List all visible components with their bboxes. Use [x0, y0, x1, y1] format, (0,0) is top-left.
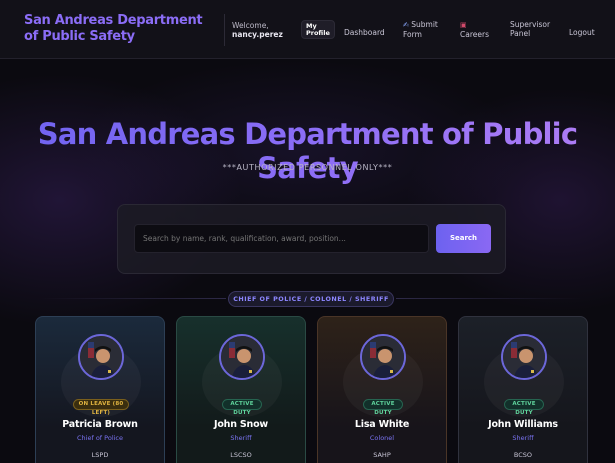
personnel-card[interactable]: ACTIVE DUTY John Snow Sheriff LSCSO [176, 316, 306, 463]
personnel-card[interactable]: ACTIVE DUTY Lisa White Colonel SAHP [317, 316, 447, 463]
page-subtitle: ***AUTHORIZED PERSONNEL ONLY*** [222, 163, 393, 172]
nav-my-profile-button[interactable]: My Profile [301, 20, 335, 39]
page-title: San Andreas Department of Public Safety [0, 117, 615, 185]
status-badge: ACTIVE DUTY [222, 399, 262, 416]
officer-avatar [219, 334, 265, 380]
officer-name: Patricia Brown [62, 419, 138, 430]
briefcase-icon: ▣ [460, 21, 467, 29]
welcome-username: nancy.perez [232, 30, 283, 39]
nav-logout-link[interactable]: Logout [569, 28, 595, 37]
officer-department: LSPD [91, 451, 109, 459]
brand-logo-text[interactable]: San Andreas Department of Public Safety [24, 13, 214, 45]
officer-department: LSCSO [230, 451, 252, 459]
officer-department: SAHP [373, 451, 391, 459]
section-divider-right [396, 298, 582, 299]
status-badge: ACTIVE DUTY [363, 399, 403, 416]
nav-divider [224, 14, 225, 46]
welcome-text: Welcome, nancy.perez [232, 21, 283, 39]
officer-avatar [78, 334, 124, 380]
nav-careers-link[interactable]: ▣ Careers [460, 20, 490, 39]
nav-submit-form-link[interactable]: ✍ Submit Form [403, 20, 439, 39]
section-divider-left [40, 298, 226, 299]
nav-supervisor-panel-link[interactable]: Supervisor Panel [510, 20, 550, 38]
nav-dashboard-link[interactable]: Dashboard [344, 28, 385, 37]
officer-rank: Chief of Police [77, 434, 123, 442]
officer-rank: Sheriff [512, 434, 534, 442]
top-navbar: San Andreas Department of Public Safety … [0, 0, 615, 59]
status-badge: ON LEAVE (80 LEFT) [73, 399, 129, 416]
hand-icon: ✍ [403, 21, 409, 29]
status-badge: ACTIVE DUTY [504, 399, 544, 416]
officer-avatar [501, 334, 547, 380]
officer-name: John Snow [213, 419, 268, 430]
officer-department: BCSO [513, 451, 533, 459]
welcome-prefix: Welcome, [232, 21, 269, 30]
personnel-card[interactable]: ACTIVE DUTY John Williams Sheriff BCSO [458, 316, 588, 463]
officer-rank: Colonel [369, 434, 395, 442]
officer-rank: Sheriff [230, 434, 252, 442]
section-heading: CHIEF OF POLICE / COLONEL / SHERIFF [228, 291, 394, 307]
search-input[interactable] [134, 224, 429, 253]
search-button[interactable]: Search [436, 224, 491, 253]
nav-careers-label: Careers [460, 30, 489, 39]
personnel-card[interactable]: ON LEAVE (80 LEFT) Patricia Brown Chief of… [35, 316, 165, 463]
officer-name: Lisa White [354, 419, 410, 430]
officer-name: John Williams [488, 419, 558, 430]
officer-avatar [360, 334, 406, 380]
nav-submit-form-label: Submit Form [403, 20, 438, 39]
